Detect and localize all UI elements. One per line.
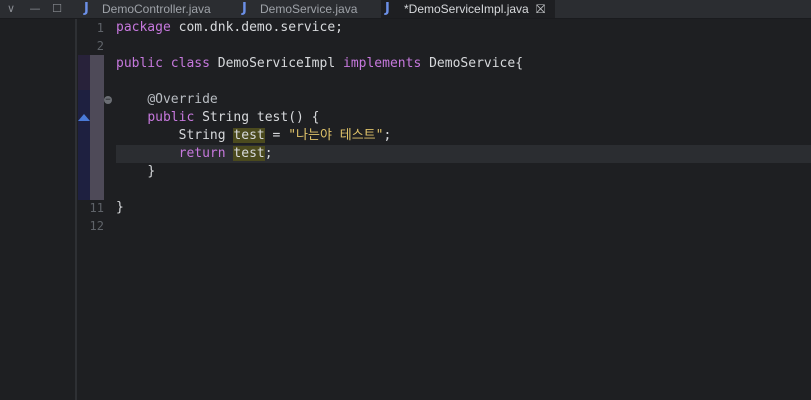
code-line-3[interactable]: public class DemoServiceImpl implements …	[116, 55, 523, 73]
editor-tab-bar: ∨ — ☐ J DemoController.java J DemoServic…	[0, 0, 811, 19]
java-file-icon: J	[385, 1, 390, 16]
code-line-1[interactable]: package com.dnk.demo.service;	[116, 19, 343, 37]
annotation-ruler	[90, 55, 104, 200]
code-line-11[interactable]: }	[116, 199, 124, 217]
tab-demo-controller[interactable]: J DemoController.java	[80, 0, 230, 18]
tab-label: *DemoServiceImpl.java	[404, 2, 529, 16]
keyword: implements	[343, 56, 422, 71]
code-text: }	[147, 164, 156, 179]
keyword: package	[116, 20, 171, 35]
code-text: }	[116, 200, 124, 215]
code-text: String	[178, 128, 234, 143]
keyword: return	[178, 146, 226, 161]
tab-demo-service[interactable]: J DemoService.java	[238, 0, 378, 18]
tab-label: DemoService.java	[260, 2, 358, 16]
line-number: 12	[89, 219, 104, 233]
panel-divider[interactable]	[75, 19, 77, 400]
tab-demo-service-impl[interactable]: J *DemoServiceImpl.java ⛝	[381, 0, 555, 18]
code-text: String test() {	[194, 110, 320, 125]
code-text: DemoService{	[421, 56, 524, 71]
keyword: public	[147, 110, 195, 125]
java-file-icon: J	[242, 1, 247, 16]
code-text: =	[264, 128, 289, 143]
code-line-6[interactable]: public String test() {	[116, 109, 320, 127]
code-line-9[interactable]: }	[116, 163, 155, 181]
line-number: 11	[89, 201, 104, 215]
line-number: 2	[96, 39, 104, 53]
code-text: ;	[264, 146, 273, 161]
fold-collapse-icon[interactable]: −	[104, 96, 112, 105]
java-file-icon: J	[84, 1, 89, 16]
left-panel	[0, 19, 75, 400]
keyword: class	[170, 56, 210, 71]
tab-label: DemoController.java	[102, 2, 211, 16]
minimize-icon[interactable]: —	[28, 0, 42, 18]
keyword: public	[116, 56, 163, 71]
current-position-marker-icon[interactable]	[78, 114, 90, 121]
code-line-7[interactable]: String test = "나는야 테스트";	[116, 127, 391, 145]
close-tab-icon[interactable]: ⛝	[536, 0, 545, 18]
change-marker	[78, 55, 90, 90]
code-text: ;	[383, 128, 392, 143]
code-text: DemoServiceImpl	[209, 56, 343, 71]
maximize-icon[interactable]: ☐	[50, 0, 64, 18]
code-line-8[interactable]: return test;	[116, 145, 273, 163]
string-literal: "나는야 테스트"	[288, 128, 384, 143]
occurrence-highlight: test	[233, 128, 265, 143]
code-text: com.dnk.demo.service;	[170, 20, 343, 35]
view-menu-chevron-icon[interactable]: ∨	[4, 0, 18, 18]
line-number: 1	[96, 21, 104, 35]
annotation: @Override	[147, 92, 218, 107]
code-line-5[interactable]: @Override	[116, 91, 218, 109]
occurrence-highlight: test	[233, 146, 265, 161]
